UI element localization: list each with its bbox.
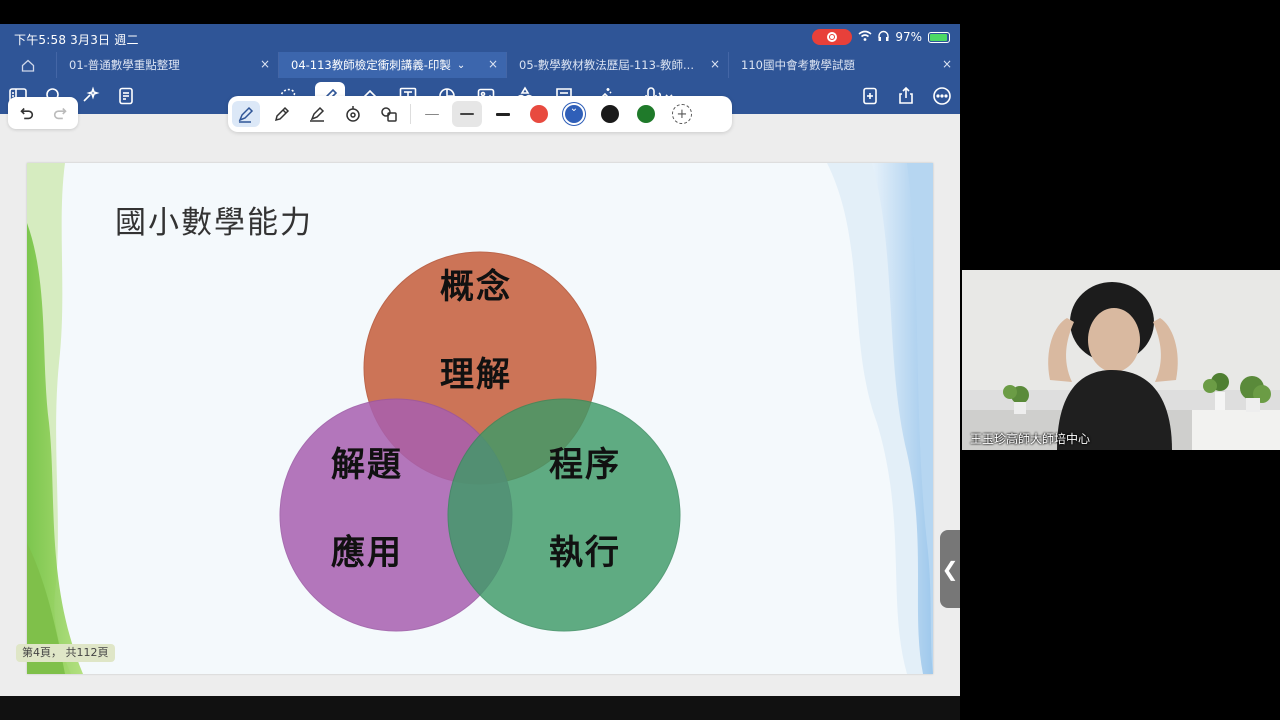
add-page-icon[interactable]	[859, 85, 881, 107]
thickness-thin[interactable]	[417, 101, 447, 127]
undo-redo-group	[8, 97, 78, 129]
tab-label: 05-數學教材教法歷屆-113-教師...	[519, 58, 694, 72]
document-icon[interactable]	[115, 85, 137, 107]
ai-sparkle-icon[interactable]	[80, 85, 102, 107]
tab-label: 01-普通數學重點整理	[69, 58, 180, 72]
close-icon[interactable]: ×	[710, 57, 720, 71]
shape-pen-icon[interactable]	[339, 101, 367, 127]
status-bar: 下午5:58 3月3日 週二 97%	[0, 24, 960, 52]
ball-pen-icon[interactable]	[268, 101, 296, 127]
close-icon[interactable]: ×	[942, 57, 952, 71]
venn-diagram	[279, 251, 681, 632]
document-tabs: 01-普通數學重點整理 × 04-113教師檢定衝刺講義-印製 ⌄ × 05-數…	[0, 52, 960, 78]
home-tab[interactable]	[0, 52, 56, 78]
shapes-icon[interactable]	[375, 101, 403, 127]
thickness-thick[interactable]	[488, 101, 518, 127]
record-icon	[827, 32, 838, 42]
tab-05[interactable]: 05-數學教材教法歷屆-113-教師... ×	[506, 52, 728, 78]
participant-name: 王玉珍高師大師培中心	[970, 432, 1091, 446]
slide-page[interactable]: 國小數學能力 概念 理解 解題 應用 程序 執行	[27, 163, 933, 674]
page-indicator: 第4頁， 共112頁	[16, 644, 115, 662]
screen-recording-indicator[interactable]	[812, 29, 853, 45]
close-icon[interactable]: ×	[260, 57, 270, 71]
circle-procedure	[447, 398, 681, 632]
label-procedure: 程序	[549, 445, 621, 485]
label-problem-solving: 解題	[331, 445, 403, 485]
redo-icon[interactable]	[52, 104, 70, 122]
battery-icon	[928, 31, 950, 43]
color-red[interactable]	[530, 105, 548, 123]
label-application: 應用	[331, 533, 403, 573]
battery-percent: 97%	[895, 30, 922, 44]
more-icon[interactable]	[931, 85, 953, 107]
label-understanding: 理解	[440, 355, 512, 395]
undo-icon[interactable]	[17, 104, 35, 122]
speaker-video	[962, 270, 1280, 450]
pen-toolbar: +	[228, 96, 732, 132]
status-right: 97%	[812, 29, 950, 45]
screen: 下午5:58 3月3日 週二 97% 01-普通數學重點整理 × 04-113教…	[0, 0, 1280, 720]
tab-04-active[interactable]: 04-113教師檢定衝刺講義-印製 ⌄ ×	[278, 52, 506, 78]
add-color-icon[interactable]: +	[672, 104, 692, 124]
tab-01[interactable]: 01-普通數學重點整理 ×	[56, 52, 278, 78]
tab-label: 04-113教師檢定衝刺講義-印製	[291, 58, 451, 72]
headphones-icon	[878, 30, 890, 45]
ipad-screen: 下午5:58 3月3日 週二 97% 01-普通數學重點整理 × 04-113教…	[0, 0, 960, 720]
divider	[410, 104, 411, 124]
tab-label: 110國中會考數學試題	[741, 58, 855, 72]
share-icon[interactable]	[895, 85, 917, 107]
close-icon[interactable]: ×	[488, 57, 498, 71]
goodnotes-app: 下午5:58 3月3日 週二 97% 01-普通數學重點整理 × 04-113教…	[0, 24, 960, 696]
side-panel-handle[interactable]: ❮	[940, 530, 960, 608]
tab-110[interactable]: 110國中會考數學試題 ×	[728, 52, 960, 78]
color-blue[interactable]	[565, 103, 583, 123]
thickness-medium[interactable]	[452, 101, 482, 127]
highlighter-icon[interactable]	[303, 101, 331, 127]
home-icon	[21, 59, 35, 72]
fountain-pen-icon[interactable]	[232, 101, 260, 127]
wifi-icon	[858, 30, 872, 45]
color-green[interactable]	[637, 105, 655, 123]
status-time: 下午5:58 3月3日 週二	[14, 33, 139, 47]
label-execution: 執行	[549, 533, 621, 573]
label-concept: 概念	[440, 267, 512, 307]
video-feed: 王玉珍高師大師培中心	[962, 270, 1280, 450]
bottom-bar	[0, 696, 960, 720]
color-black[interactable]	[601, 105, 619, 123]
chevron-down-icon[interactable]: ⌄	[457, 60, 465, 71]
